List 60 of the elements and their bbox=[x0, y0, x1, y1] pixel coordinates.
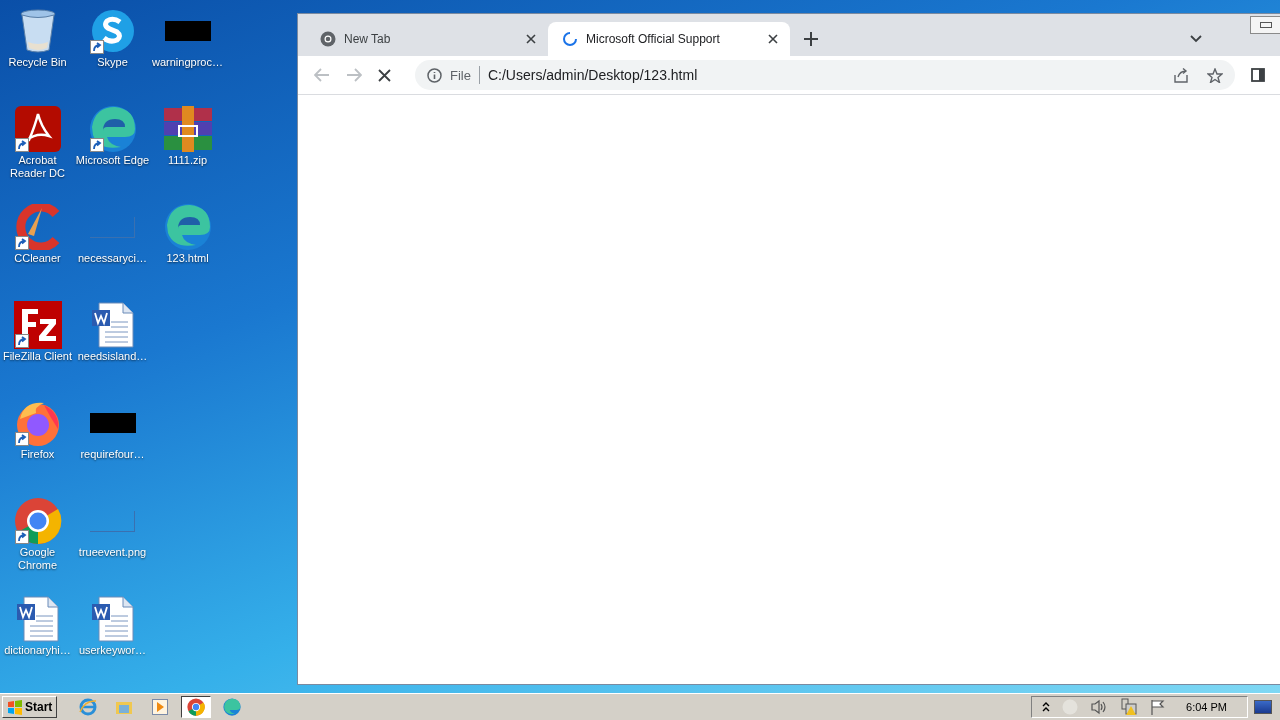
word-document-icon[interactable] bbox=[90, 596, 135, 642]
flag-icon[interactable] bbox=[1150, 699, 1167, 715]
icon-label[interactable]: trueevent.png bbox=[78, 546, 147, 559]
icon-label[interactable]: dictionaryhi… bbox=[4, 644, 71, 657]
chrome-icon[interactable] bbox=[13, 497, 62, 545]
minimize-button[interactable] bbox=[1250, 16, 1280, 34]
speaker-icon[interactable] bbox=[1090, 699, 1109, 715]
archive-books-icon[interactable] bbox=[163, 106, 212, 152]
browser-tab[interactable]: New Tab bbox=[306, 22, 548, 56]
chevron-down-icon[interactable] bbox=[1190, 35, 1202, 43]
clock-text[interactable]: 6:04 PM bbox=[1186, 701, 1227, 713]
icon-label[interactable]: requirefour… bbox=[80, 448, 145, 461]
icon-label[interactable]: Google Chrome bbox=[0, 546, 75, 572]
icon-label[interactable]: Microsoft Edge bbox=[75, 154, 150, 167]
icon-label[interactable]: 1111.zip bbox=[167, 154, 208, 167]
stop-icon[interactable] bbox=[378, 68, 391, 82]
chevron-up-icon[interactable] bbox=[1042, 702, 1051, 712]
icon-label[interactable]: Skype bbox=[97, 56, 128, 69]
browser-tab[interactable]: Microsoft Official Support bbox=[548, 22, 790, 56]
address-bar[interactable]: File C:/Users/admin/Desktop/123.html bbox=[415, 60, 1235, 90]
close-icon[interactable] bbox=[768, 34, 778, 44]
side-panel-icon[interactable] bbox=[1251, 68, 1265, 82]
windows-logo-icon bbox=[7, 699, 23, 715]
star-icon[interactable] bbox=[1207, 67, 1223, 83]
icon-label[interactable]: warningproc… bbox=[152, 56, 223, 69]
icon-label[interactable]: needsisland… bbox=[77, 350, 148, 363]
edge-icon[interactable] bbox=[88, 105, 137, 153]
chrome-icon bbox=[187, 698, 206, 716]
icon-label[interactable]: Acrobat Reader DC bbox=[0, 154, 75, 180]
folder-icon bbox=[115, 699, 134, 715]
document-app-icon[interactable] bbox=[14, 106, 61, 152]
filezilla-icon[interactable] bbox=[13, 301, 62, 349]
thumbnail[interactable] bbox=[90, 510, 135, 532]
thumbnail[interactable] bbox=[164, 21, 211, 41]
taskbar-button[interactable] bbox=[181, 696, 212, 718]
close-icon[interactable] bbox=[526, 34, 536, 44]
new-tab-icon[interactable] bbox=[804, 32, 818, 46]
edge-icon[interactable] bbox=[163, 203, 212, 251]
scheme-label: File bbox=[450, 67, 471, 83]
icon-label[interactable]: FileZilla Client bbox=[2, 350, 73, 363]
info-icon bbox=[427, 67, 442, 83]
chrome-icon bbox=[320, 31, 336, 47]
edge-icon bbox=[223, 698, 242, 716]
share-icon[interactable] bbox=[1173, 67, 1189, 83]
icon-label[interactable]: CCleaner bbox=[14, 252, 61, 265]
thumbnail[interactable] bbox=[89, 413, 136, 433]
icon-label[interactable]: Recycle Bin bbox=[8, 56, 67, 69]
word-document-icon[interactable] bbox=[15, 596, 60, 642]
ie-icon bbox=[79, 698, 98, 716]
url-text: C:/Users/admin/Desktop/123.html bbox=[487, 67, 698, 83]
play-icon bbox=[152, 699, 169, 715]
brush-c-icon[interactable] bbox=[13, 204, 62, 250]
network-warning-icon[interactable] bbox=[1120, 698, 1139, 716]
word-document-icon[interactable] bbox=[90, 302, 135, 348]
start-button[interactable]: Start bbox=[2, 696, 58, 718]
thumbnail[interactable] bbox=[90, 216, 135, 238]
icon-label[interactable]: Firefox bbox=[20, 448, 55, 461]
icon-label[interactable]: 123.html bbox=[166, 252, 209, 265]
icon-label[interactable]: necessaryci… bbox=[77, 252, 148, 265]
loading-spinner-icon bbox=[562, 31, 578, 47]
